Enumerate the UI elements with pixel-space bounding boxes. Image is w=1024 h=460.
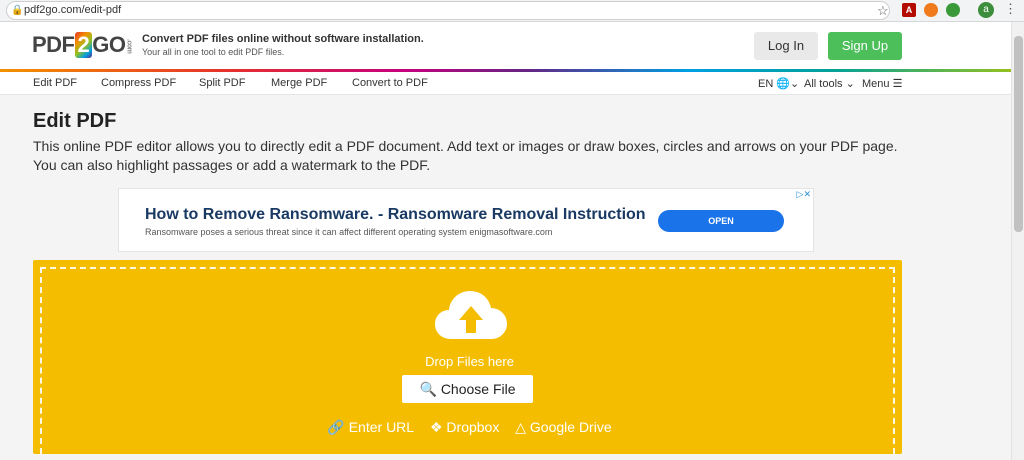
drop-files-text: Drop Files here	[425, 354, 514, 369]
google-drive-icon: △	[515, 419, 527, 435]
all-tools-dropdown[interactable]: All tools ⌄	[804, 77, 855, 90]
site-header: PDF 2 GO.com Convert PDF files online with…	[0, 22, 1011, 69]
language-selector[interactable]: EN 🌐⌄	[758, 77, 799, 90]
pdf2go-logo[interactable]: PDF 2 GO.com	[32, 32, 132, 62]
google-drive-link[interactable]: △ Google Drive	[515, 419, 611, 435]
ad-title[interactable]: How to Remove Ransomware. - Ransomware R…	[145, 206, 646, 224]
scrollbar-thumb[interactable]	[1014, 36, 1023, 232]
upload-sources: 🔗 Enter URL ❖ Dropbox △ Google Drive	[42, 419, 897, 436]
upload-dropzone[interactable]: Drop Files here 🔍 Choose File 🔗 Enter UR…	[33, 260, 902, 454]
main-nav: Edit PDF Compress PDF Split PDF Merge PD…	[0, 72, 1011, 95]
dropbox-icon: ❖	[429, 419, 443, 435]
browser-toolbar: 🔒 pdf2go.com/edit-pdf ☆ A a ⋮	[0, 0, 1024, 22]
logo-go-text: GO	[92, 32, 126, 57]
extension-globe-icon[interactable]	[946, 3, 960, 17]
all-tools-label: All tools	[804, 78, 843, 90]
logo-pdf-text: PDF	[32, 32, 75, 57]
ad-description: Ransomware poses a serious threat since …	[145, 227, 553, 237]
extension-icon[interactable]	[924, 3, 938, 17]
tagline: Convert PDF files online without softwar…	[142, 33, 424, 45]
ad-banner[interactable]: ▷✕ How to Remove Ransomware. - Ransomwar…	[118, 188, 814, 252]
chevron-down-icon: ⌄	[842, 78, 855, 90]
logo-two-text: 2	[74, 32, 93, 58]
acrobat-extension-icon[interactable]: A	[902, 3, 916, 17]
nav-item-edit-pdf[interactable]: Edit PDF	[33, 77, 77, 89]
profile-avatar[interactable]: a	[978, 2, 994, 18]
logo-com-text: .com	[125, 39, 133, 54]
choose-file-label: Choose File	[440, 381, 516, 397]
intro-text: This online PDF editor allows you to dir…	[33, 138, 898, 173]
google-drive-label: Google Drive	[529, 419, 612, 435]
page-scrollbar[interactable]	[1011, 22, 1024, 460]
ad-close-icon[interactable]: ▷✕	[797, 189, 811, 200]
cloud-upload-icon	[435, 291, 507, 339]
bookmark-star-icon[interactable]: ☆	[877, 3, 889, 19]
nav-item-convert-to-pdf[interactable]: Convert to PDF	[352, 77, 428, 89]
nav-item-merge-pdf[interactable]: Merge PDF	[271, 77, 327, 89]
browser-menu-icon[interactable]: ⋮	[1004, 1, 1017, 17]
dropbox-link[interactable]: ❖ Dropbox	[430, 419, 499, 435]
enter-url-label: Enter URL	[348, 419, 415, 435]
dropbox-label: Dropbox	[446, 419, 500, 435]
language-label: EN	[758, 78, 774, 90]
subtagline: Your all in one tool to edit PDF files.	[142, 47, 285, 57]
signup-button[interactable]: Sign Up	[828, 32, 902, 60]
nav-item-split-pdf[interactable]: Split PDF	[199, 77, 245, 89]
page-title: Edit PDF	[33, 110, 117, 132]
login-button[interactable]: Log In	[754, 32, 818, 60]
search-icon: 🔍	[419, 381, 437, 397]
dropzone-border: Drop Files here 🔍 Choose File 🔗 Enter UR…	[40, 267, 895, 454]
nav-item-compress-pdf[interactable]: Compress PDF	[101, 77, 176, 89]
menu-button[interactable]: Menu ☰	[862, 77, 902, 90]
menu-label: Menu	[862, 78, 890, 90]
lock-icon: 🔒	[11, 5, 24, 16]
hamburger-icon: ☰	[889, 78, 903, 90]
enter-url-link[interactable]: 🔗 Enter URL	[327, 419, 414, 435]
address-bar[interactable]: 🔒 pdf2go.com/edit-pdf ☆	[6, 1, 890, 20]
globe-chevron-icon: 🌐⌄	[773, 78, 800, 90]
url-text[interactable]: pdf2go.com/edit-pdf	[24, 4, 121, 16]
link-icon: 🔗	[327, 419, 345, 435]
ad-open-button[interactable]: OPEN	[658, 210, 784, 232]
choose-file-button[interactable]: 🔍 Choose File	[402, 375, 533, 403]
